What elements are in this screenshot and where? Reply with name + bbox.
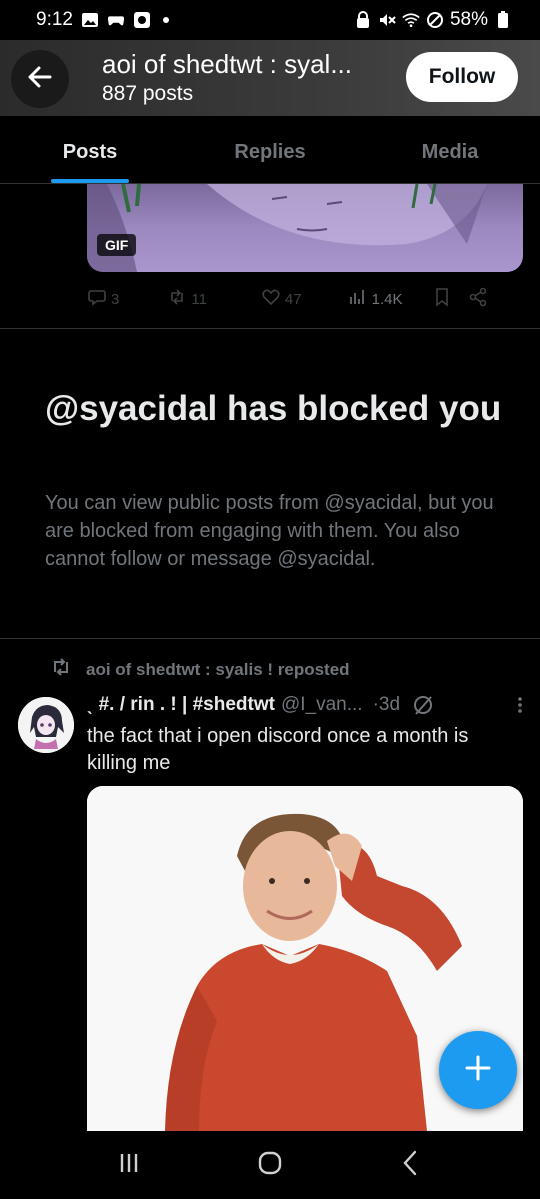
section-divider xyxy=(0,638,540,639)
battery-icon xyxy=(494,11,512,29)
tweet-time: ·3d xyxy=(372,694,401,715)
repost-indicator-icon xyxy=(50,657,72,682)
anime-gif-frame xyxy=(87,184,487,272)
avatar-image xyxy=(18,697,74,753)
grok-icon[interactable] xyxy=(412,694,434,716)
recent-apps-icon xyxy=(121,1153,138,1172)
lock-icon xyxy=(354,11,372,29)
repost-button[interactable]: 11 xyxy=(167,287,207,311)
home-button[interactable] xyxy=(257,1150,283,1181)
author-handle[interactable]: @I_van... xyxy=(281,694,363,716)
share-icon xyxy=(468,287,488,311)
recent-apps-button[interactable] xyxy=(118,1152,140,1179)
mute-icon xyxy=(378,11,396,29)
like-button[interactable]: 47 xyxy=(261,287,302,311)
repost-indicator[interactable]: aoi of shedtwt : syalis ! reposted xyxy=(50,657,350,682)
header-titles: aoi of shedtwt : syal... 887 posts xyxy=(102,49,382,106)
home-icon xyxy=(258,1151,282,1174)
tab-replies[interactable]: Replies xyxy=(180,116,360,183)
compose-button[interactable] xyxy=(439,1031,517,1109)
more-notifications-dot xyxy=(162,17,169,23)
tab-posts[interactable]: Posts xyxy=(0,116,180,183)
gif-media[interactable]: GIF xyxy=(87,184,523,272)
heart-icon xyxy=(261,287,281,311)
do-not-disturb-icon xyxy=(426,11,444,29)
post-count: 887 posts xyxy=(102,82,194,105)
reply-button[interactable]: 3 xyxy=(87,287,119,311)
tab-media[interactable]: Media xyxy=(360,116,540,183)
plus-icon xyxy=(464,1054,492,1087)
blocked-description: You can view public posts from @syacidal… xyxy=(45,492,494,570)
author-name[interactable]: ˎ #. / rin . ! | #shedtwt xyxy=(87,694,275,716)
gif-badge: GIF xyxy=(97,234,137,256)
post-divider xyxy=(0,328,540,329)
wifi-icon xyxy=(402,11,420,29)
tweet-text: the fact that i open discord once a mont… xyxy=(87,725,469,774)
repost-count: 11 xyxy=(191,290,207,308)
tab-media-label: Media xyxy=(421,141,479,163)
reply-count: 3 xyxy=(111,290,120,308)
back-nav-icon xyxy=(403,1150,416,1175)
blocked-title: @syacidal has blocked you xyxy=(45,389,502,428)
views-icon xyxy=(348,287,368,311)
profile-name: aoi of shedtwt : syal... xyxy=(102,49,353,79)
tab-posts-label: Posts xyxy=(62,141,118,163)
more-options-icon[interactable] xyxy=(517,695,523,715)
game-controller-icon xyxy=(107,11,125,29)
views-button[interactable]: 1.4K xyxy=(348,287,403,311)
repost-indicator-label: aoi of shedtwt : syalis ! reposted xyxy=(86,659,350,679)
repost-icon xyxy=(167,287,187,311)
back-button[interactable] xyxy=(11,50,69,108)
back-nav-button[interactable] xyxy=(400,1150,422,1181)
bookmark-button[interactable] xyxy=(432,287,452,311)
post-actions: 3 11 47 1.4K xyxy=(87,285,523,313)
reply-icon xyxy=(87,287,107,311)
profile-tabs: Posts Replies Media xyxy=(0,116,540,184)
tab-replies-label: Replies xyxy=(234,141,306,163)
active-tab-indicator xyxy=(51,179,129,183)
follow-button[interactable]: Follow xyxy=(406,52,518,102)
views-count: 1.4K xyxy=(371,290,403,308)
status-time: 9:12 xyxy=(36,9,73,30)
battery-percentage: 58% xyxy=(449,9,488,30)
avatar[interactable] xyxy=(18,697,74,753)
like-count: 47 xyxy=(284,290,302,308)
status-bar: 9:12 58% xyxy=(0,0,540,40)
system-navigation-bar xyxy=(0,1131,540,1199)
share-button[interactable] xyxy=(468,287,488,311)
app-notification-icon xyxy=(133,11,151,29)
gallery-icon xyxy=(81,11,99,29)
profile-header: aoi of shedtwt : syal... 887 posts Follo… xyxy=(0,40,540,116)
bookmark-icon xyxy=(432,287,452,311)
tweet-header: ˎ #. / rin . ! | #shedtwt @I_van... ·3d xyxy=(87,694,523,716)
arrow-left-icon xyxy=(26,63,54,96)
